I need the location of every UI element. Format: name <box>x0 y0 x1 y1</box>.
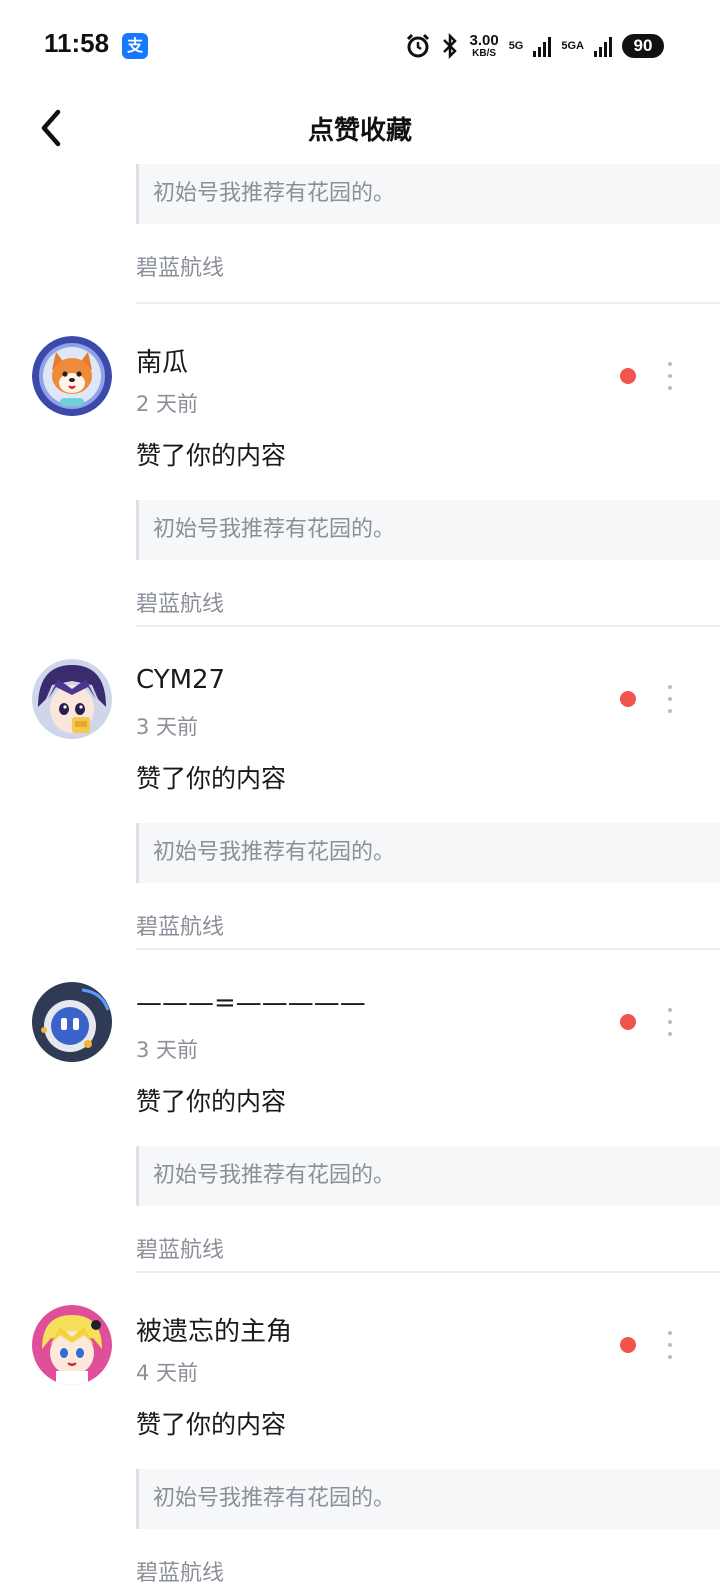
list-item[interactable]: 被遗忘的主角 4 天前 赞了你的内容 初始号我推荐有花园的。 碧蓝航线 <box>0 1273 720 1596</box>
quoted-content[interactable]: 初始号我推荐有花园的。 <box>136 823 720 883</box>
network-speed-value: 3.00 <box>469 32 499 49</box>
more-dot-icon <box>668 362 672 366</box>
list-item[interactable]: CYM27 3 天前 赞了你的内容 初始号我推荐有花园的。 碧蓝航线 <box>0 627 720 950</box>
more-dot-icon <box>668 1331 672 1335</box>
unread-dot <box>620 1014 636 1030</box>
source-game-label[interactable]: 碧蓝航线 <box>136 1232 224 1264</box>
more-dot-icon <box>668 386 672 390</box>
unread-dot <box>620 368 636 384</box>
network-type-label-2: 5GA <box>561 40 584 52</box>
network-speed: 3.00 KB/S <box>469 33 498 59</box>
timestamp: 3 天前 <box>136 1038 199 1062</box>
quoted-content[interactable]: 初始号我推荐有花园的。 <box>136 164 720 224</box>
avatar[interactable] <box>32 1305 112 1385</box>
source-game-label[interactable]: 碧蓝航线 <box>136 250 224 282</box>
status-bar: 11:58 支 3.00 KB/S 5G 5GA 90 <box>0 0 720 92</box>
unread-dot <box>620 1337 636 1353</box>
source-game-label[interactable]: 碧蓝航线 <box>136 909 224 941</box>
list-item-partial[interactable]: 初始号我推荐有花园的。 碧蓝航线 <box>0 164 720 304</box>
source-game-label[interactable]: 碧蓝航线 <box>136 1555 224 1587</box>
avatar[interactable] <box>32 336 112 416</box>
more-options-button[interactable] <box>656 681 684 717</box>
notification-list[interactable]: 初始号我推荐有花园的。 碧蓝航线 南瓜 2 天前 赞了你的内容 初始号我推荐有花… <box>0 164 720 1596</box>
action-text: 赞了你的内容 <box>136 764 287 793</box>
more-dot-icon <box>668 709 672 713</box>
action-text: 赞了你的内容 <box>136 1410 287 1439</box>
status-icons: 3.00 KB/S 5G 5GA 90 <box>405 30 664 62</box>
avatar[interactable] <box>32 659 112 739</box>
anime-girl-avatar-icon <box>32 1305 112 1385</box>
avatar[interactable] <box>32 982 112 1062</box>
robot-avatar-icon <box>32 982 112 1062</box>
more-dot-icon <box>668 374 672 378</box>
page-title: 点赞收藏 <box>307 116 412 146</box>
more-dot-icon <box>668 1343 672 1347</box>
action-text: 赞了你的内容 <box>136 441 287 470</box>
more-dot-icon <box>668 685 672 689</box>
list-item[interactable]: 南瓜 2 天前 赞了你的内容 初始号我推荐有花园的。 碧蓝航线 <box>0 304 720 627</box>
timestamp: 4 天前 <box>136 1361 199 1385</box>
quoted-content[interactable]: 初始号我推荐有花园的。 <box>136 1469 720 1529</box>
status-time: 11:58 <box>44 28 110 58</box>
more-dot-icon <box>668 1032 672 1036</box>
quoted-content[interactable]: 初始号我推荐有花园的。 <box>136 500 720 560</box>
more-options-button[interactable] <box>656 1327 684 1363</box>
alipay-icon: 支 <box>122 33 148 59</box>
list-item[interactable]: ———=————— 3 天前 赞了你的内容 初始号我推荐有花园的。 碧蓝航线 <box>0 950 720 1273</box>
bluetooth-icon <box>443 33 458 59</box>
more-dot-icon <box>668 1020 672 1024</box>
alarm-icon <box>407 33 430 58</box>
action-text: 赞了你的内容 <box>136 1087 287 1116</box>
more-options-button[interactable] <box>656 1004 684 1040</box>
username[interactable]: 南瓜 <box>136 342 188 379</box>
source-game-label[interactable]: 碧蓝航线 <box>136 586 224 618</box>
username[interactable]: CYM27 <box>136 665 225 695</box>
username[interactable]: 被遗忘的主角 <box>136 1311 292 1348</box>
network-speed-unit: KB/S <box>472 48 497 59</box>
more-options-button[interactable] <box>656 358 684 394</box>
timestamp: 3 天前 <box>136 715 199 739</box>
username[interactable]: ———=————— <box>136 988 366 1018</box>
nav-bar: 点赞收藏 <box>0 92 720 164</box>
more-dot-icon <box>668 1355 672 1359</box>
quoted-content[interactable]: 初始号我推荐有花园的。 <box>136 1146 720 1206</box>
shiba-dog-avatar-icon <box>32 336 112 416</box>
network-type-label: 5G <box>508 40 524 52</box>
signal-icon-2 <box>594 37 612 57</box>
anime-boy-avatar-icon <box>32 659 112 739</box>
more-dot-icon <box>668 697 672 701</box>
signal-icon <box>533 37 552 57</box>
battery-indicator: 90 <box>622 34 664 58</box>
unread-dot <box>620 691 636 707</box>
more-dot-icon <box>668 1008 672 1012</box>
timestamp: 2 天前 <box>136 392 199 416</box>
